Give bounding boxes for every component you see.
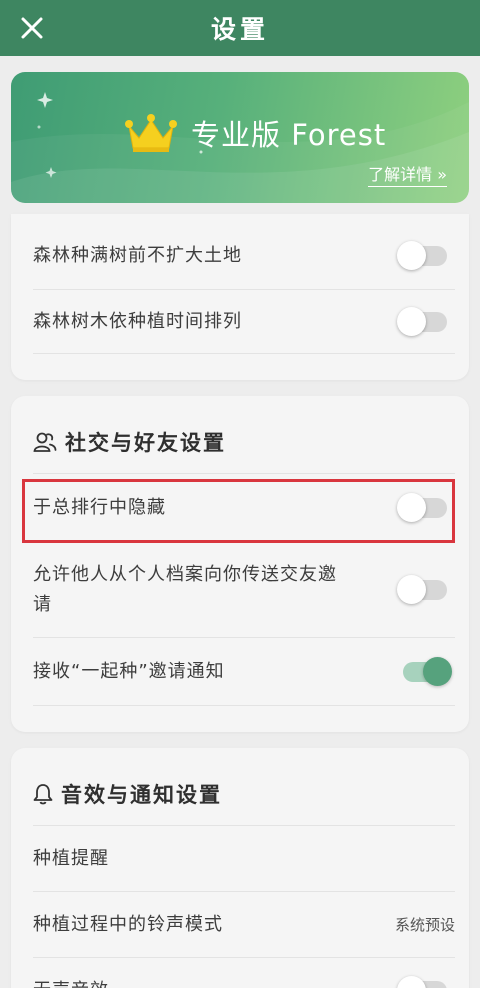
setting-label: 种植过程中的铃声模式 bbox=[33, 913, 223, 935]
pro-banner[interactable]: 专业版 Forest 了解详情 » bbox=[11, 72, 469, 203]
bell-icon bbox=[33, 783, 53, 804]
setting-label: 森林种满树前不扩大土地 bbox=[33, 244, 242, 266]
setting-row: 森林树木依种植时间排列 bbox=[33, 290, 455, 354]
section-header: 音效与通知设置 bbox=[33, 762, 455, 826]
forest-settings-card: 森林种满树前不扩大土地 森林树木依种植时间排列 bbox=[11, 214, 469, 380]
section-title: 音效与通知设置 bbox=[61, 782, 222, 807]
toggle-knob bbox=[397, 976, 426, 988]
setting-label: 无声音效 bbox=[33, 976, 109, 988]
setting-row: 无声音效 bbox=[33, 958, 455, 988]
top-bar: 设置 bbox=[0, 0, 480, 56]
setting-value: 系统预设 bbox=[394, 916, 455, 934]
friends-icon bbox=[33, 432, 57, 452]
close-button[interactable] bbox=[12, 8, 52, 48]
setting-label: 请 bbox=[33, 593, 52, 615]
section-header: 社交与好友设置 bbox=[33, 410, 455, 474]
setting-label-wrap: 允许他人从个人档案向你传送交友邀 请 bbox=[33, 560, 393, 620]
setting-label: 种植提醒 bbox=[33, 847, 109, 869]
setting-row: 森林种满树前不扩大土地 bbox=[33, 222, 455, 290]
crown-icon bbox=[125, 114, 177, 152]
banner-title: 专业版 Forest bbox=[191, 118, 387, 152]
toggle-switch[interactable] bbox=[397, 240, 447, 270]
setting-row[interactable]: 种植过程中的铃声模式 系统预设 bbox=[33, 892, 455, 958]
setting-label: 允许他人从个人档案向你传送交友邀 bbox=[33, 563, 337, 585]
setting-row[interactable]: 种植提醒 bbox=[33, 826, 455, 892]
close-icon bbox=[21, 17, 43, 39]
toggle-knob bbox=[423, 656, 452, 686]
learn-more-link[interactable]: 了解详情 » bbox=[368, 161, 447, 187]
toggle-knob bbox=[397, 574, 426, 604]
highlight-box bbox=[22, 479, 455, 543]
setting-row: 允许他人从个人档案向你传送交友邀 请 bbox=[33, 542, 455, 638]
toggle-switch[interactable] bbox=[403, 656, 452, 686]
section-title: 社交与好友设置 bbox=[65, 430, 226, 455]
sound-settings-card: 音效与通知设置 种植提醒 种植过程中的铃声模式 系统预设 无声音效 bbox=[11, 748, 469, 988]
toggle-knob bbox=[397, 306, 426, 336]
page-title: 设置 bbox=[210, 15, 269, 44]
social-settings-card: 社交与好友设置 于总排行中隐藏 允许他人从个人档案向你传送交友邀 请 接收“一起… bbox=[11, 396, 469, 732]
toggle-switch[interactable] bbox=[397, 574, 447, 604]
setting-row: 接收“一起种”邀请通知 bbox=[33, 638, 455, 706]
toggle-switch[interactable] bbox=[397, 306, 447, 336]
setting-label: 森林树木依种植时间排列 bbox=[33, 310, 242, 332]
toggle-switch[interactable] bbox=[397, 976, 447, 988]
toggle-knob bbox=[397, 240, 426, 270]
setting-label: 接收“一起种”邀请通知 bbox=[33, 660, 225, 682]
